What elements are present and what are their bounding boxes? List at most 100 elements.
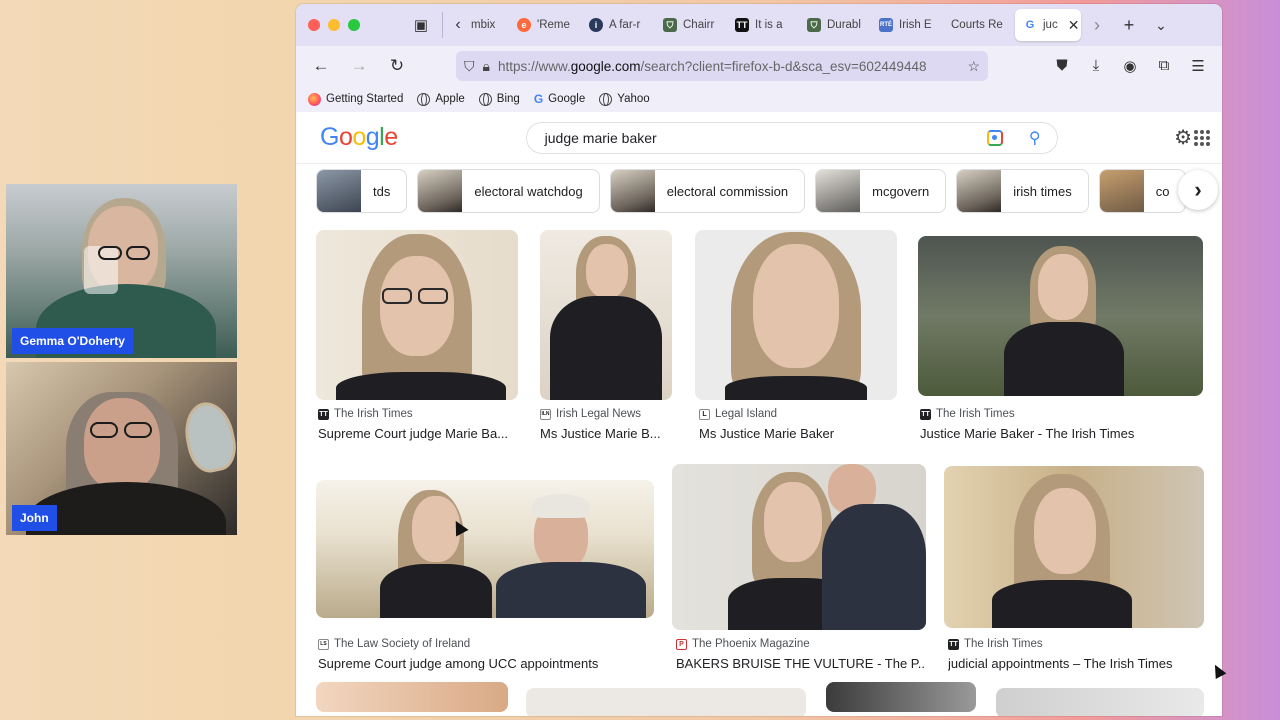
new-tab-button[interactable]: +: [1113, 15, 1145, 36]
result-photo: [944, 466, 1204, 628]
bookmark-google[interactable]: G Google: [534, 92, 585, 106]
bookmark-apple[interactable]: Apple: [417, 92, 465, 106]
globe-icon: [478, 92, 492, 106]
account-icon[interactable]: ◉: [1118, 57, 1142, 75]
close-tab-icon[interactable]: ✕: [1068, 17, 1080, 34]
result-title-3[interactable]: Ms Justice Marie Baker: [699, 426, 899, 441]
tab-4[interactable]: ⛉ Chairr: [655, 9, 727, 41]
search-input[interactable]: judge marie baker: [545, 130, 977, 146]
chip-thumbnail: [418, 170, 463, 212]
result-source-4: TT The Irish Times: [920, 408, 1015, 420]
chips-next-arrow-icon[interactable]: ›: [1178, 170, 1218, 210]
tab-3[interactable]: i A far-r: [581, 9, 655, 41]
google-logo[interactable]: Google: [320, 123, 398, 152]
tab-label: Courts Re: [951, 19, 1003, 31]
tab-active[interactable]: G juc ✕: [1015, 9, 1081, 41]
result-title-4[interactable]: Justice Marie Baker - The Irish Times: [920, 426, 1204, 441]
result-image-4[interactable]: [918, 236, 1203, 396]
lock-icon[interactable]: 🔒︎: [483, 58, 490, 75]
chip-mcgovern[interactable]: mcgovern: [815, 169, 947, 213]
result-image-11[interactable]: [996, 688, 1204, 716]
tab-label: juc: [1043, 19, 1058, 31]
close-window-button[interactable]: [308, 19, 320, 31]
tab-favicon-icon: ⛉: [807, 18, 821, 32]
video-tile-gemma[interactable]: Gemma O'Doherty: [6, 184, 237, 358]
glasses-left: [90, 422, 118, 438]
bookmark-getting-started[interactable]: Getting Started: [308, 92, 403, 106]
result-image-6[interactable]: [672, 464, 926, 630]
tab-6[interactable]: ⛉ Durabl: [799, 9, 871, 41]
tab-5[interactable]: TT It is a: [727, 9, 799, 41]
glasses-right: [126, 246, 150, 260]
extensions-icon[interactable]: ⧉: [1152, 57, 1176, 75]
bookmark-yahoo[interactable]: Yahoo: [599, 92, 650, 106]
result-image-2[interactable]: [540, 230, 672, 400]
video-tile-john[interactable]: John: [6, 362, 237, 535]
back-button[interactable]: ←: [304, 51, 338, 81]
chevron-down-icon[interactable]: ⌄: [1145, 17, 1177, 34]
gear-icon[interactable]: ⚙: [1174, 125, 1192, 150]
result-photo: [672, 464, 926, 630]
chip-irish-times[interactable]: irish times: [956, 169, 1089, 213]
google-results-page: Google judge marie baker ⚲ ⚙ tds elector…: [296, 112, 1222, 716]
result-source-3: L Legal Island: [699, 408, 777, 420]
chip-electoral-commission[interactable]: electoral commission: [609, 169, 806, 213]
scroll-tabs-right-icon[interactable]: ›: [1081, 15, 1113, 36]
bookmark-star-icon[interactable]: ☆: [967, 58, 980, 75]
tab-label: Durabl: [827, 19, 861, 31]
chip-tds[interactable]: tds: [316, 169, 408, 213]
result-photo: [918, 236, 1203, 396]
tab-2[interactable]: e 'Reme: [509, 9, 581, 41]
tab-list-icon[interactable]: ▣: [406, 10, 436, 40]
tab-label: mbix: [471, 19, 496, 31]
result-source-1: TT The Irish Times: [318, 408, 413, 420]
bookmark-bing[interactable]: Bing: [478, 92, 520, 106]
url-bar[interactable]: ⛉ 🔒︎ https://www.google.com/search?clien…: [456, 51, 988, 81]
scroll-tabs-left-icon[interactable]: ‹: [447, 16, 469, 34]
search-icon[interactable]: ⚲: [1029, 128, 1041, 148]
chip-electoral-watchdog[interactable]: electoral watchdog: [417, 169, 600, 213]
reload-button[interactable]: ↻: [380, 51, 414, 81]
result-image-10[interactable]: [826, 682, 976, 712]
result-photo: [540, 230, 672, 400]
result-title-2[interactable]: Ms Justice Marie B...: [540, 426, 672, 441]
firefox-icon: [308, 92, 321, 106]
tab-favicon-icon: TT: [735, 18, 749, 32]
google-favicon-icon: G: [1023, 18, 1037, 32]
tab-label: Chairr: [683, 19, 715, 31]
google-header: Google judge marie baker ⚲ ⚙: [296, 112, 1222, 164]
result-title-7[interactable]: judicial appointments – The Irish Times: [948, 656, 1204, 671]
url-text[interactable]: https://www.google.com/search?client=fir…: [498, 59, 959, 74]
result-title-6[interactable]: BAKERS BRUISE THE VULTURE - The P...: [676, 656, 926, 671]
result-image-1[interactable]: [316, 230, 518, 400]
pocket-icon[interactable]: ⛊: [1050, 57, 1074, 75]
shield-icon[interactable]: ⛉: [464, 58, 475, 75]
result-image-5[interactable]: [316, 480, 654, 618]
forward-button[interactable]: →: [342, 51, 376, 81]
zoom-window-button[interactable]: [348, 19, 360, 31]
glasses-right: [124, 422, 152, 438]
tab-favicon-icon: i: [589, 18, 603, 32]
result-image-3[interactable]: [695, 230, 897, 400]
participant-name-label: John: [12, 505, 57, 531]
result-image-9[interactable]: [526, 688, 806, 716]
result-title-5[interactable]: Supreme Court judge among UCC appointmen…: [318, 656, 656, 671]
tab-1[interactable]: mbix: [469, 9, 509, 41]
result-image-7[interactable]: [944, 466, 1204, 628]
related-search-chips: tds electoral watchdog electoral commiss…: [296, 164, 1222, 218]
result-photo: [316, 480, 654, 618]
globe-icon: [417, 92, 431, 106]
chip-thumbnail: [816, 170, 861, 212]
minimize-window-button[interactable]: [328, 19, 340, 31]
tab-8[interactable]: Courts Re: [943, 9, 1011, 41]
google-lens-icon[interactable]: [986, 129, 1003, 146]
menu-icon[interactable]: ☰: [1186, 57, 1210, 75]
downloads-icon[interactable]: ⤓: [1084, 57, 1108, 75]
bookmarks-toolbar: Getting Started Apple Bing G Google Yaho…: [296, 86, 1222, 112]
tab-7[interactable]: RTÉ Irish E: [871, 9, 943, 41]
search-box[interactable]: judge marie baker ⚲: [525, 121, 1058, 154]
result-title-1[interactable]: Supreme Court judge Marie Ba...: [318, 426, 518, 441]
chip-co[interactable]: co: [1098, 169, 1187, 213]
result-image-8[interactable]: [316, 682, 508, 712]
apps-grid-icon[interactable]: [1194, 129, 1210, 146]
